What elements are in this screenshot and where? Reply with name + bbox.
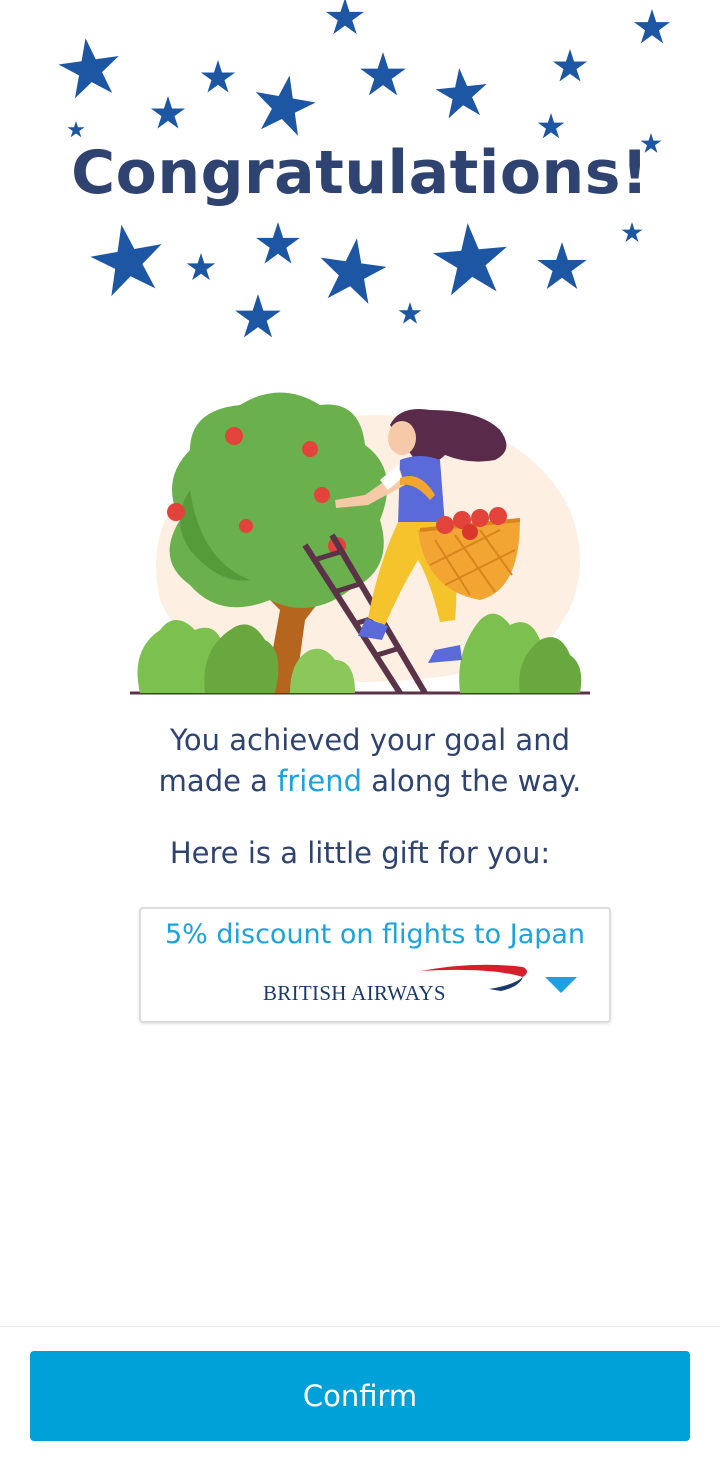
apple-picking-illustration	[130, 392, 590, 695]
star-icon	[398, 302, 422, 324]
british-airways-logo	[421, 964, 527, 991]
friend-highlight: friend	[277, 764, 362, 798]
star-icon	[315, 233, 390, 306]
star-icon	[249, 70, 320, 138]
star-icon	[67, 121, 85, 138]
page-title: Congratulations!	[71, 138, 649, 208]
chevron-down-icon[interactable]	[543, 975, 579, 995]
message-line-2: made a friend along the way.	[60, 761, 680, 802]
gift-offer-card[interactable]: 5% discount on flights to Japan BRITISH …	[139, 907, 611, 1023]
star-icon	[537, 242, 587, 290]
gift-intro-text: Here is a little gift for you:	[169, 836, 551, 870]
confirm-button[interactable]: Confirm	[30, 1351, 690, 1441]
star-icon	[150, 96, 186, 129]
star-icon	[200, 60, 236, 93]
offer-title: 5% discount on flights to Japan	[164, 919, 586, 950]
message-line-2-prefix: made a	[158, 764, 278, 798]
star-icon	[235, 294, 281, 338]
achievement-message: You achieved your goal and made a friend…	[60, 720, 680, 802]
message-line-2-suffix: along the way.	[361, 764, 582, 798]
star-icon	[633, 9, 671, 44]
message-line-1: You achieved your goal and	[169, 723, 570, 757]
star-icon	[537, 113, 565, 139]
bottom-action-bar: Confirm	[0, 1326, 720, 1466]
star-icon	[433, 65, 490, 120]
star-icon	[186, 253, 216, 281]
star-icon	[552, 49, 588, 82]
star-icon	[360, 52, 406, 96]
star-icon	[621, 222, 643, 242]
star-icon	[256, 222, 300, 264]
star-icon	[325, 0, 365, 35]
star-icon	[430, 219, 511, 297]
star-icon	[55, 34, 124, 100]
star-icon	[85, 218, 169, 299]
